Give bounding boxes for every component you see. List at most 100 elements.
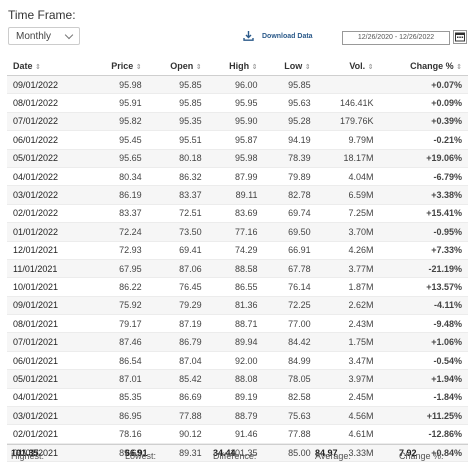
cell-vol: 4.26M	[316, 241, 380, 260]
cell-change: -12.86%	[379, 424, 468, 444]
cell-open: 79.29	[147, 296, 208, 316]
cell-vol: 3.47M	[316, 351, 380, 371]
cell-high: 83.69	[207, 204, 264, 224]
table-row: 04/01/2021 85.35 86.69 89.19 82.58 2.45M -1.84…	[7, 388, 468, 408]
cell-change: +1.06%	[379, 332, 468, 352]
cell-open: 73.50	[147, 222, 208, 242]
col-header-open[interactable]: Open ⇕	[147, 57, 208, 76]
table-row: 06/01/2022 95.45 95.51 95.87 94.19 9.79M -0.21…	[7, 130, 468, 150]
cell-open: 86.79	[147, 332, 208, 352]
cell-vol: 3.70M	[316, 222, 380, 242]
cell-low: 95.85	[263, 75, 317, 95]
cell-date: 05/01/2021	[7, 369, 89, 389]
col-header-high[interactable]: High ⇕	[207, 57, 264, 76]
cell-change: -0.54%	[379, 351, 468, 371]
cell-low: 94.19	[263, 130, 317, 150]
cell-low: 67.78	[263, 259, 317, 279]
cell-date: 06/01/2022	[7, 130, 89, 150]
cell-price: 87.46	[89, 332, 148, 352]
cell-low: 75.63	[263, 406, 317, 426]
cell-high: 89.11	[207, 185, 264, 205]
col-header-change[interactable]: Change % ⇕	[379, 57, 468, 76]
table-row: 01/01/2022 72.24 73.50 77.16 69.50 3.70M -0.95…	[7, 222, 468, 242]
table-row: 10/01/2021 86.22 76.45 86.55 76.14 1.87M +13.5…	[7, 277, 468, 297]
sort-icon: ⇕	[251, 64, 258, 71]
cell-price: 75.92	[89, 296, 148, 316]
cell-high: 77.16	[207, 222, 264, 242]
cell-price: 85.35	[89, 388, 148, 408]
cell-high: 92.00	[207, 351, 264, 371]
sort-icon: ⇕	[304, 64, 311, 71]
cell-price: 86.22	[89, 277, 148, 297]
cell-vol: 1.75M	[316, 332, 380, 352]
cell-open: 86.32	[147, 167, 208, 187]
cell-low: 72.25	[263, 296, 317, 316]
cell-high: 88.71	[207, 314, 264, 334]
cell-price: 78.16	[89, 424, 148, 444]
historical-data-table: Date ⇕ Price ⇕ Open ⇕ High ⇕ Low ⇕ Vol. …	[7, 57, 468, 462]
cell-date: 04/01/2021	[7, 388, 89, 408]
cell-high: 88.58	[207, 259, 264, 279]
summary-bar: Highest: 101.35 Lowest: 66.91 Difference…	[7, 444, 468, 462]
col-header-vol[interactable]: Vol. ⇕	[316, 57, 380, 76]
cell-open: 90.12	[147, 424, 208, 444]
cell-high: 87.99	[207, 167, 264, 187]
sort-icon: ⇕	[195, 64, 202, 71]
cell-vol: 3.97M	[316, 369, 380, 389]
cell-price: 67.95	[89, 259, 148, 279]
cell-change: -21.19%	[379, 259, 468, 279]
summary-difference: Difference: 34.44	[213, 448, 257, 461]
table-row: 06/01/2021 86.54 87.04 92.00 84.99 3.47M -0.54…	[7, 351, 468, 371]
timeframe-select[interactable]: Monthly	[8, 27, 80, 45]
cell-low: 78.39	[263, 149, 317, 168]
calendar-icon[interactable]	[453, 30, 467, 44]
table-row: 08/01/2021 79.17 87.19 88.71 77.00 2.43M -9.48…	[7, 314, 468, 334]
cell-change: -0.95%	[379, 222, 468, 242]
cell-date: 09/01/2021	[7, 296, 89, 316]
cell-low: 69.74	[263, 204, 317, 224]
cell-change: +19.06%	[379, 149, 468, 168]
cell-high: 81.36	[207, 296, 264, 316]
cell-open: 83.37	[147, 185, 208, 205]
summary-lowest: Lowest: 66.91	[125, 448, 157, 461]
sort-icon: ⇕	[135, 64, 142, 71]
cell-high: 74.29	[207, 241, 264, 260]
timeframe-selected-value: Monthly	[16, 31, 52, 42]
cell-change: -0.21%	[379, 130, 468, 150]
download-label: Download Data	[262, 32, 313, 40]
table-row: 05/01/2021 87.01 85.42 88.08 78.05 3.97M +1.94…	[7, 369, 468, 389]
cell-open: 95.85	[147, 75, 208, 95]
cell-open: 72.51	[147, 204, 208, 224]
table-row: 11/01/2021 67.95 87.06 88.58 67.78 3.77M -21.1…	[7, 259, 468, 279]
cell-price: 95.65	[89, 149, 148, 168]
col-header-low[interactable]: Low ⇕	[263, 57, 317, 76]
cell-date: 03/01/2022	[7, 185, 89, 205]
cell-vol: 2.43M	[316, 314, 380, 334]
table-row: 02/01/2022 83.37 72.51 83.69 69.74 7.25M +15.4…	[7, 204, 468, 224]
cell-vol: 1.87M	[316, 277, 380, 297]
cell-high: 95.95	[207, 93, 264, 113]
cell-low: 95.28	[263, 112, 317, 132]
cell-date: 02/01/2021	[7, 424, 89, 444]
table-row: 07/01/2021 87.46 86.79 89.94 84.42 1.75M +1.06…	[7, 332, 468, 352]
cell-high: 89.94	[207, 332, 264, 352]
cell-date: 08/01/2021	[7, 314, 89, 334]
sort-icon: ⇕	[367, 64, 374, 71]
timeframe-label: Time Frame:	[8, 8, 76, 22]
cell-open: 76.45	[147, 277, 208, 297]
col-header-date[interactable]: Date ⇕	[7, 57, 89, 76]
table-row: 03/01/2022 86.19 83.37 89.11 82.78 6.59M +3.38…	[7, 185, 468, 205]
date-range-input[interactable]: 12/26/2020 - 12/26/2022	[342, 31, 450, 45]
cell-change: -1.84%	[379, 388, 468, 408]
cell-low: 82.58	[263, 388, 317, 408]
cell-open: 87.19	[147, 314, 208, 334]
cell-open: 95.35	[147, 112, 208, 132]
cell-low: 84.99	[263, 351, 317, 371]
col-header-price[interactable]: Price ⇕	[89, 57, 148, 76]
cell-price: 83.37	[89, 204, 148, 224]
cell-high: 96.00	[207, 75, 264, 95]
cell-date: 08/01/2022	[7, 93, 89, 113]
download-data-button[interactable]: Download Data	[243, 31, 313, 41]
cell-change: +0.09%	[379, 93, 468, 113]
cell-change: +15.41%	[379, 204, 468, 224]
